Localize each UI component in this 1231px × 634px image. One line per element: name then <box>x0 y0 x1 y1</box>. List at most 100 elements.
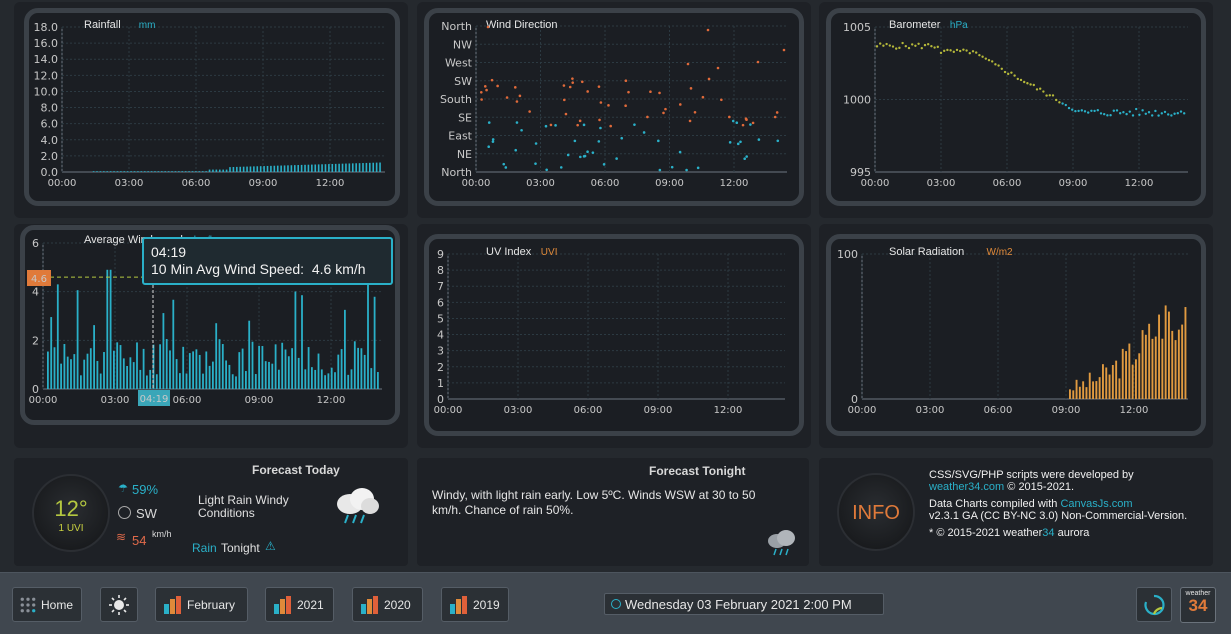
bar-chart-icon <box>274 595 292 614</box>
solar-bar <box>1181 324 1184 399</box>
solar-bar <box>1069 389 1071 399</box>
x-tick-label: 12:00 <box>1120 405 1149 416</box>
forecast-conditions: Light Rain Windy Conditions <box>198 493 289 520</box>
solar-bar <box>1138 353 1141 399</box>
temperature-gauge: 12° 1 UVI <box>32 474 110 552</box>
solar-bar <box>1148 323 1151 399</box>
credit-line-3-num: 34 <box>1042 527 1055 539</box>
solar-bar <box>1128 343 1131 399</box>
bar-chart-icon <box>450 595 468 614</box>
february-button[interactable]: February <box>155 587 248 622</box>
rain-cloud-icon <box>337 488 379 524</box>
uvi-value: 1 UVI <box>58 523 84 534</box>
rain-tonight-rain-word: Rain <box>192 541 217 555</box>
tooltip-time: 04:19 <box>151 244 187 260</box>
rain-tonight-word: Tonight <box>221 541 260 555</box>
solar-bar <box>1118 378 1121 399</box>
solar-bar <box>1075 379 1078 399</box>
windspeed-tooltip: 04:19 10 Min Avg Wind Speed: 4.6 km/h <box>142 237 393 285</box>
forecast-tonight-heading: Forecast Tonight <box>649 464 746 478</box>
wind-direction-value: SW <box>136 506 157 521</box>
grid-icon <box>20 597 36 612</box>
solar-bar <box>1184 307 1187 399</box>
info-badge[interactable]: INFO <box>837 473 915 551</box>
credit-line-2b: v2.3.1 GA (CC BY-NC 3.0) Non-Commercial-… <box>929 510 1188 522</box>
x-tick-label: 09:00 <box>1052 405 1081 416</box>
canvasjs-link[interactable]: CanvasJs.com <box>1060 498 1132 510</box>
solar-bar <box>1102 364 1104 399</box>
warning-icon: ⚠ <box>265 539 276 553</box>
solar-bar <box>1082 381 1085 399</box>
x-tick-label: 03:00 <box>916 405 945 416</box>
x-tick-label: 06:00 <box>984 405 1013 416</box>
solar-bar <box>1088 372 1091 399</box>
compass-icon <box>118 506 131 519</box>
solar-bar <box>1078 386 1081 399</box>
wind-icon: ≋ <box>116 530 127 544</box>
credit-line-3: * © 2015-2021 weather <box>929 527 1043 539</box>
taskbar: Home February 2021 2020 2019 Wednesday 0… <box>0 572 1231 634</box>
logo-number: 34 <box>1188 596 1208 615</box>
year-2021-button[interactable]: 2021 <box>265 587 334 622</box>
wind-speed-unit: km/h <box>152 529 172 539</box>
solar-bar <box>1168 311 1170 399</box>
year-2021-label: 2021 <box>297 597 324 612</box>
datetime-display: Wednesday 03 February 2021 2:00 PM <box>604 593 884 615</box>
credit-line-1b: © 2015-2021. <box>1007 481 1075 493</box>
temperature-value: 12° <box>54 496 88 521</box>
year-2019-button[interactable]: 2019 <box>441 587 509 622</box>
x-tick-label: 00:00 <box>848 405 877 416</box>
humidity-icon: ☂ <box>118 483 128 495</box>
y-tick-label: 100 <box>837 248 858 261</box>
solar-bar <box>1171 330 1174 399</box>
solar-bar <box>1141 330 1144 399</box>
solar-bar <box>1177 329 1180 399</box>
solar-chart: 100000:00 03:00 06:00 09:00 12:00Solar Radia… <box>837 246 1188 416</box>
forecast-tonight-text: Windy, with light rain early. Low 5ºC. W… <box>432 488 756 517</box>
bar-chart-icon <box>361 595 379 614</box>
solar-bar <box>1135 359 1137 399</box>
solar-bar <box>1174 340 1177 399</box>
solar-bar <box>1095 381 1098 399</box>
night-rain-icon <box>768 530 795 556</box>
solar-bar <box>1115 360 1118 399</box>
year-2020-button[interactable]: 2020 <box>352 587 423 622</box>
datetime-text: Wednesday 03 February 2021 2:00 PM <box>625 596 852 612</box>
solar-bar <box>1085 387 1088 399</box>
weather34-link[interactable]: weather34.com <box>929 481 1004 493</box>
refresh-icon <box>1144 594 1165 615</box>
credit-line-1: CSS/SVG/PHP scripts were developed by <box>929 469 1134 481</box>
refresh-button[interactable] <box>1136 587 1172 622</box>
forecast-tonight-panel[interactable]: Forecast Tonight Windy, with light rain … <box>417 458 809 566</box>
solar-bar <box>1108 374 1111 399</box>
weather34-logo[interactable]: weather 34 <box>1180 587 1216 623</box>
credit-line-2a: Data Charts compiled with <box>929 498 1058 510</box>
solar-bar <box>1098 377 1101 399</box>
solar-bar <box>1151 338 1154 399</box>
forecast-today-heading: Forecast Today <box>252 463 340 477</box>
wind-speed-value: 54 <box>132 533 147 548</box>
credit-line-3b: aurora <box>1054 527 1090 539</box>
solar-bar <box>1131 364 1134 399</box>
home-label: Home <box>40 597 73 612</box>
february-label: February <box>187 597 236 612</box>
solar-bar <box>1161 338 1164 399</box>
bar-chart-icon <box>164 595 182 614</box>
solar-bar <box>1092 381 1094 399</box>
solar-bar <box>1144 334 1147 399</box>
theme-toggle-button[interactable] <box>100 587 138 622</box>
humidity-value: 59% <box>132 482 159 497</box>
solar-bar <box>1105 367 1108 399</box>
solar-bar <box>1121 348 1124 399</box>
solar-bar <box>1164 305 1167 399</box>
solar-bar <box>1158 314 1160 399</box>
home-button[interactable]: Home <box>12 587 82 622</box>
year-2020-label: 2020 <box>384 597 411 612</box>
sun-icon <box>109 594 129 615</box>
clock-icon <box>611 599 621 609</box>
solar-bar <box>1154 336 1157 399</box>
solar-bar <box>1125 351 1127 399</box>
info-panel: INFO CSS/SVG/PHP scripts were developed … <box>819 458 1213 566</box>
chart-unit: W/m2 <box>987 247 1014 258</box>
forecast-today-panel[interactable]: Forecast Today 12° 1 UVI ☂ 59% SW ≋ 54 k… <box>14 458 408 566</box>
